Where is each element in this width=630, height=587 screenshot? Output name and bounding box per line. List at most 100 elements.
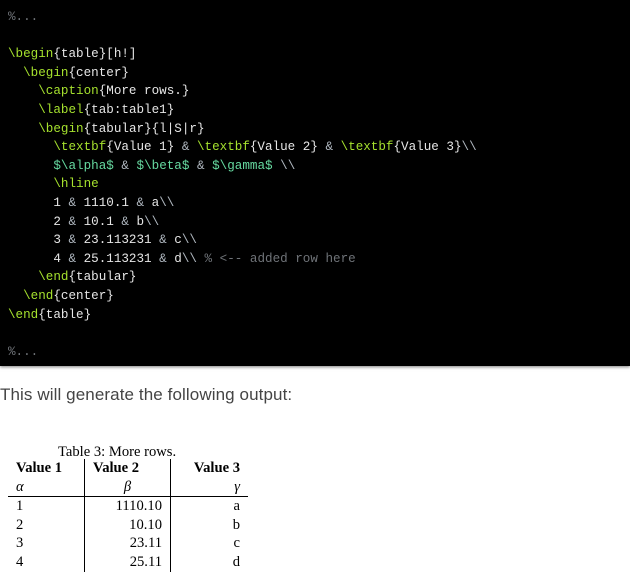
- code-line: 3 & 23.113231 & c\\: [8, 231, 630, 250]
- code-token: &: [68, 251, 77, 266]
- code-token: &: [121, 214, 129, 229]
- code-token: b: [128, 214, 145, 229]
- table-cell: d: [232, 553, 240, 570]
- code-token: {Value 3}: [393, 140, 462, 155]
- code-token: {tab:table1}: [83, 102, 175, 117]
- code-line: \caption{More rows.}: [8, 82, 630, 101]
- code-lines: %... \begin{table}[h!] \begin{center} \c…: [8, 8, 630, 361]
- code-token: \\: [280, 158, 296, 173]
- code-line: %...: [8, 343, 630, 362]
- code-token: \\: [181, 233, 197, 248]
- header-cell: Value 1: [16, 460, 63, 476]
- code-line: \end{tabular}: [8, 268, 630, 287]
- code-token: {center}: [53, 288, 114, 303]
- code-token: %...: [8, 344, 39, 359]
- table-header-row: Value 1 Value 2 Value 3: [8, 459, 248, 478]
- code-token: {Value 1}: [106, 140, 182, 155]
- code-token: &: [68, 214, 77, 229]
- table-cell: b: [232, 516, 240, 533]
- table-symbol-row: α β γ: [8, 477, 248, 498]
- code-line: \hline: [8, 175, 630, 194]
- code-token: 1: [8, 195, 69, 210]
- code-token: % <-- added row here: [204, 251, 356, 266]
- code-token: &: [325, 140, 334, 155]
- table-cell: a: [233, 498, 240, 515]
- code-line: \end{table}: [8, 306, 630, 325]
- code-token: \textbf: [53, 140, 107, 155]
- code-token: $\alpha$: [53, 158, 114, 173]
- code-token: 4: [8, 251, 69, 266]
- code-token: 3: [8, 233, 69, 248]
- code-token: $\beta$: [136, 158, 190, 173]
- table-row: 2 10.10 b: [8, 515, 248, 535]
- code-token: {table}[h!]: [53, 47, 137, 62]
- code-line: %...: [8, 8, 630, 27]
- code-token: &: [196, 158, 205, 173]
- code-token: \\: [159, 195, 175, 210]
- table-row: 3 23.11 c: [8, 534, 248, 553]
- table-row: 4 25.11 d: [8, 552, 248, 572]
- code-token: &: [159, 251, 167, 266]
- code-line: \label{tab:table1}: [8, 101, 630, 120]
- rendered-table: Value 1 Value 2 Value 3 α β γ 1 1110.10 …: [8, 459, 248, 572]
- code-line: \begin{center}: [8, 64, 630, 83]
- code-token: \\: [144, 214, 160, 229]
- code-token: $\gamma$: [212, 158, 273, 173]
- code-token: &: [68, 195, 77, 210]
- symbol-cell: α: [8, 477, 85, 498]
- table-cell: 3: [16, 535, 24, 552]
- code-token: 2: [8, 214, 69, 229]
- code-token: \\: [181, 251, 197, 266]
- code-token: \begin: [8, 47, 54, 62]
- table-cell: 23.11: [84, 534, 171, 553]
- code-token: \caption: [38, 84, 99, 99]
- code-line: \textbf{Value 1} & \textbf{Value 2} & \t…: [8, 138, 630, 157]
- code-token: c: [166, 233, 182, 248]
- code-token: \begin: [23, 65, 69, 80]
- code-block: %... \begin{table}[h!] \begin{center} \c…: [0, 0, 630, 366]
- symbol-cell: β: [84, 477, 171, 498]
- code-token: 23.113231: [76, 233, 160, 248]
- table-cell: c: [233, 535, 240, 552]
- code-token: &: [68, 233, 77, 248]
- code-token: \label: [38, 102, 84, 117]
- code-line: 1 & 1110.1 & a\\: [8, 194, 630, 213]
- code-token: &: [136, 195, 145, 210]
- table-row: 1 1110.10 a: [8, 496, 248, 516]
- code-line: \end{center}: [8, 287, 630, 306]
- code-token: {center}: [68, 65, 129, 80]
- code-token: \end: [38, 270, 69, 285]
- table-cell: 1: [16, 498, 24, 515]
- code-token: {table}: [38, 307, 92, 322]
- code-token: a: [144, 195, 160, 210]
- code-token: 25.113231: [76, 251, 160, 266]
- code-token: &: [121, 158, 129, 173]
- code-token: &: [159, 233, 167, 248]
- code-token: 1110.1: [76, 195, 137, 210]
- header-cell: Value 3: [193, 460, 240, 476]
- code-token: \textbf: [340, 140, 394, 155]
- code-token: \hline: [53, 177, 99, 192]
- symbol-cell: γ: [170, 477, 248, 498]
- output-intro-text: This will generate the following output:: [0, 385, 293, 404]
- code-line: \begin{tabular}{l|S|r}: [8, 120, 630, 139]
- code-token: \\: [461, 140, 477, 155]
- code-token: {tabular}: [68, 270, 137, 285]
- code-line: 2 & 10.1 & b\\: [8, 213, 630, 232]
- code-token: \textbf: [196, 140, 250, 155]
- code-token: {More rows.}: [98, 84, 190, 99]
